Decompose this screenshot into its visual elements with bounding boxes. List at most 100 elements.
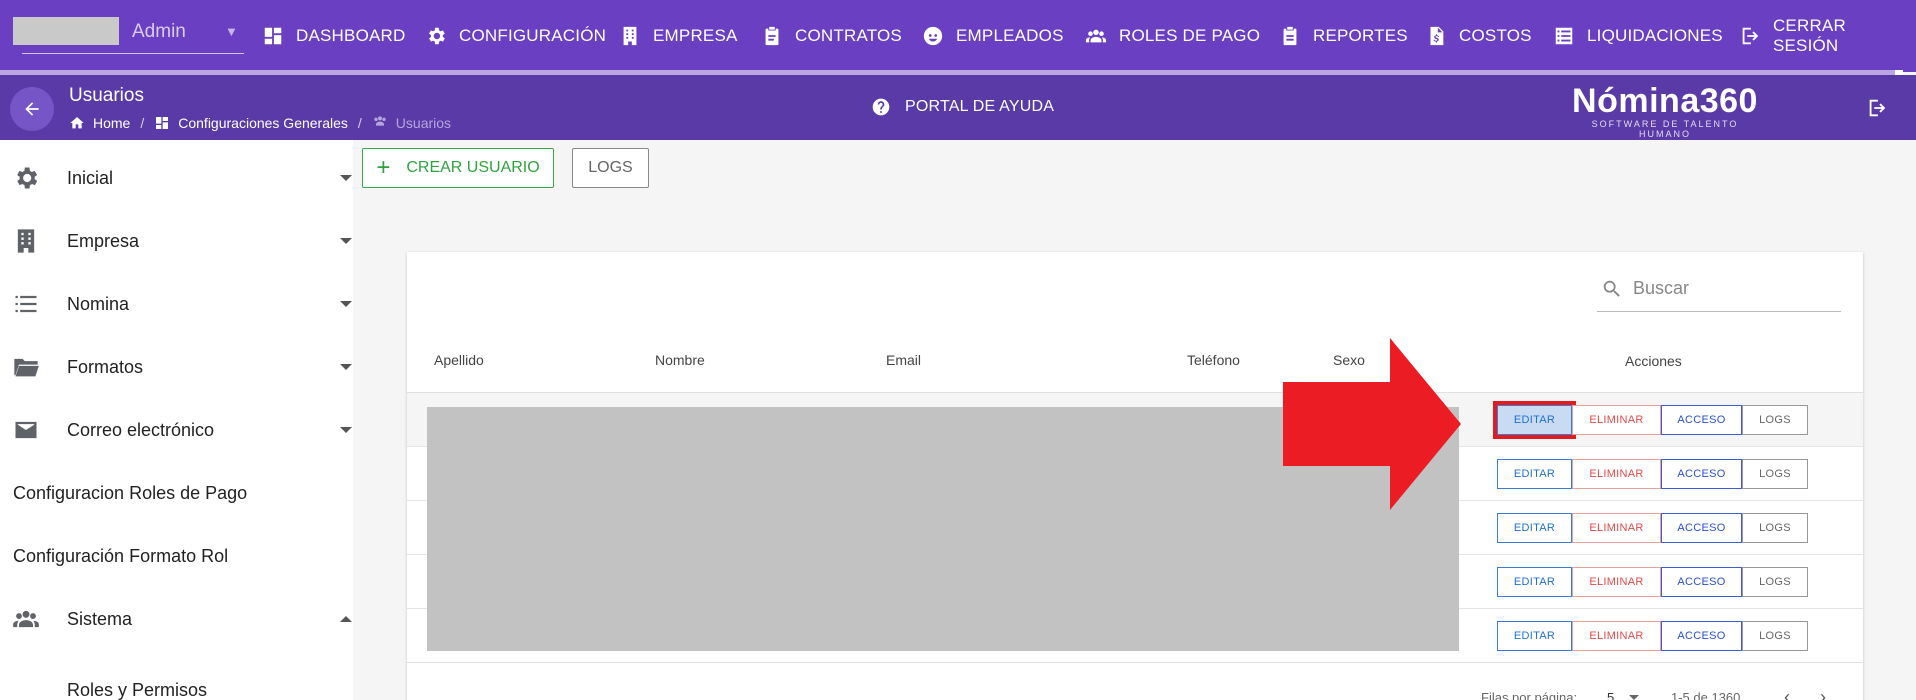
rows-per-page-select[interactable]: 5 <box>1607 690 1614 700</box>
nav-dashboard[interactable]: DASHBOARD <box>262 22 406 50</box>
logout-icon[interactable] <box>1866 97 1888 119</box>
nav-costos[interactable]: COSTOS <box>1425 22 1532 50</box>
logs-label: LOGS <box>588 159 633 176</box>
logout-icon <box>1742 27 1759 45</box>
delete-button[interactable]: ELIMINAR <box>1572 459 1661 489</box>
breadcrumb-separator: / <box>140 114 145 131</box>
sidebar-item-formatos[interactable]: Formatos <box>0 345 353 389</box>
chevron-left-icon[interactable]: ‹ <box>1784 687 1790 700</box>
logs-button[interactable]: LOGS <box>572 148 649 188</box>
nav-label: EMPLEADOS <box>956 26 1064 45</box>
nav-label: LIQUIDACIONES <box>1587 26 1723 45</box>
caret-down-icon <box>340 427 352 433</box>
sidebar-item-roles-permisos[interactable]: Roles y Permisos <box>0 668 353 700</box>
column-header-apellido[interactable]: Apellido <box>434 352 484 368</box>
sidebar-item-config-formato-rol[interactable]: Configuración Formato Rol <box>0 534 353 578</box>
sidebar-item-nomina[interactable]: Nomina <box>0 282 353 326</box>
chevron-down-icon[interactable]: ▼ <box>225 24 238 39</box>
nav-contratos[interactable]: CONTRATOS <box>761 22 902 50</box>
page-title: Usuarios <box>69 85 144 106</box>
edit-button[interactable]: EDITAR <box>1493 401 1576 439</box>
sidebar-item-label: Sistema <box>67 608 133 629</box>
sidebar-item-config-roles[interactable]: Configuracion Roles de Pago <box>0 471 353 515</box>
sidebar-item-label: Nomina <box>67 293 130 314</box>
caret-up-icon <box>340 616 352 622</box>
breadcrumb-config[interactable]: Configuraciones Generales <box>178 115 348 131</box>
clipboard-list-icon <box>1283 26 1297 46</box>
caret-down-icon[interactable] <box>1629 695 1639 700</box>
help-label: PORTAL DE AYUDA <box>905 98 1055 115</box>
row-logs-button[interactable]: LOGS <box>1742 405 1808 435</box>
gear-icon <box>12 164 40 192</box>
annotation-arrow-icon <box>1283 338 1461 510</box>
edit-button[interactable]: EDITAR <box>1497 621 1572 651</box>
sidebar-item-correo[interactable]: Correo electrónico <box>0 408 353 452</box>
column-header-nombre[interactable]: Nombre <box>655 352 705 368</box>
search-icon <box>1603 280 1620 297</box>
access-button[interactable]: ACCESO <box>1661 513 1742 543</box>
sidebar-item-label: Correo electrónico <box>67 419 215 440</box>
building-icon <box>12 227 40 255</box>
edit-button[interactable]: EDITAR <box>1497 513 1572 543</box>
create-user-button[interactable]: + CREAR USUARIO <box>362 148 554 188</box>
edit-button[interactable]: EDITAR <box>1497 459 1572 489</box>
nav-roles-de-pago[interactable]: ROLES DE PAGO <box>1085 22 1260 50</box>
edit-button[interactable]: EDITAR <box>1497 567 1572 597</box>
row-actions: EDITAR ELIMINAR ACCESO LOGS <box>1497 459 1808 489</box>
list-icon <box>1555 27 1573 45</box>
breadcrumb-home[interactable]: Home <box>93 115 130 131</box>
sidebar-item-label: Inicial <box>67 167 114 188</box>
nav-label: CONFIGURACIÓN <box>459 26 607 45</box>
building-icon <box>623 26 637 46</box>
sidebar-item-sistema[interactable]: Sistema <box>0 597 353 641</box>
search-input[interactable] <box>1633 278 1833 299</box>
sidebar: Inicial Empresa Nomina Formatos Correo e… <box>0 140 353 700</box>
nav-empleados[interactable]: EMPLEADOS <box>922 22 1064 50</box>
row-actions: EDITAR ELIMINAR ACCESO LOGS <box>1497 567 1808 597</box>
chevron-right-icon[interactable]: › <box>1820 687 1826 700</box>
column-header-email[interactable]: Email <box>886 352 921 368</box>
row-logs-button[interactable]: LOGS <box>1742 621 1808 651</box>
access-button[interactable]: ACCESO <box>1661 567 1742 597</box>
sidebar-item-label: Formatos <box>67 356 144 377</box>
row-logs-button[interactable]: LOGS <box>1742 567 1808 597</box>
help-icon <box>872 98 890 116</box>
admin-label: Admin <box>132 21 186 42</box>
access-button[interactable]: ACCESO <box>1661 405 1742 435</box>
row-logs-button[interactable]: LOGS <box>1742 459 1808 489</box>
access-button[interactable]: ACCESO <box>1661 459 1742 489</box>
nav-label: REPORTES <box>1313 26 1408 45</box>
gear-icon <box>429 27 445 45</box>
nav-liquidaciones[interactable]: LIQUIDACIONES <box>1553 22 1723 50</box>
delete-button[interactable]: ELIMINAR <box>1572 405 1661 435</box>
nav-cerrar-sesion[interactable]: CERRAR SESIÓN <box>1739 16 1916 55</box>
help-portal-link[interactable]: PORTAL DE AYUDA <box>871 97 1054 117</box>
nav-label: DASHBOARD <box>296 26 406 45</box>
search-field[interactable] <box>1597 266 1841 312</box>
dashboard-icon <box>156 116 169 129</box>
nav-configuracion[interactable]: CONFIGURACIÓN <box>425 22 606 50</box>
create-user-label: CREAR USUARIO <box>406 159 540 176</box>
logo-tagline: SOFTWARE DE TALENTO HUMANO <box>1591 119 1739 139</box>
logo: Nómina360 SOFTWARE DE TALENTO HUMANO <box>1565 83 1765 139</box>
list-icon <box>12 290 40 318</box>
row-logs-button[interactable]: LOGS <box>1742 513 1808 543</box>
delete-button[interactable]: ELIMINAR <box>1572 621 1661 651</box>
nav-reportes[interactable]: REPORTES <box>1279 22 1408 50</box>
sidebar-item-inicial[interactable]: Inicial <box>0 156 353 200</box>
access-button[interactable]: ACCESO <box>1661 621 1742 651</box>
plus-icon: + <box>376 154 391 181</box>
table-footer: Filas por página: 5 1-5 de 1360 ‹ › <box>407 662 1863 700</box>
back-button[interactable] <box>10 87 54 131</box>
sidebar-item-empresa[interactable]: Empresa <box>0 219 353 263</box>
sidebar-item-label: Roles y Permisos <box>67 679 208 700</box>
column-header-telefono[interactable]: Teléfono <box>1187 352 1240 368</box>
nav-empresa[interactable]: EMPRESA <box>619 22 738 50</box>
delete-button[interactable]: ELIMINAR <box>1572 513 1661 543</box>
column-header-acciones: Acciones <box>1625 353 1682 369</box>
caret-down-icon <box>340 364 352 370</box>
breadcrumb-separator: / <box>357 114 362 131</box>
nav-label: CONTRATOS <box>795 26 902 45</box>
delete-button[interactable]: ELIMINAR <box>1572 567 1661 597</box>
face-icon <box>923 26 943 46</box>
